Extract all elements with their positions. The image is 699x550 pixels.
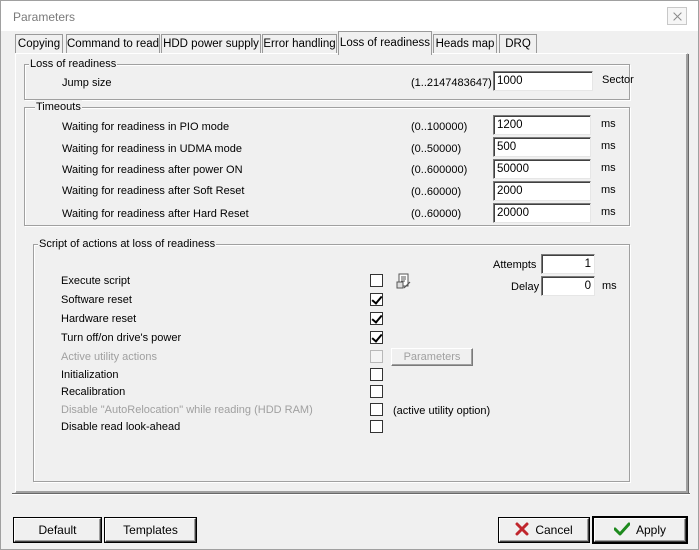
apply-button[interactable]: Apply (594, 518, 686, 542)
hardware-reset-checkbox[interactable] (370, 312, 383, 325)
timeout-soft-reset-input[interactable]: 2000 (493, 181, 591, 201)
attempts-input[interactable]: 1 (541, 254, 595, 274)
timeout-hard-reset-label: Waiting for readiness after Hard Reset (62, 208, 249, 220)
turn-off-on-power-label: Turn off/on drive's power (61, 332, 182, 344)
software-reset-checkbox[interactable] (370, 293, 383, 306)
disable-read-lookahead-label: Disable read look-ahead (61, 421, 181, 433)
loss-group-title: Loss of readiness (29, 57, 118, 71)
timeout-power-on-input[interactable]: 50000 (493, 159, 591, 179)
timeout-power-on-unit: ms (601, 162, 616, 174)
window-title: Parameters (13, 10, 76, 24)
recalibration-label: Recalibration (61, 386, 126, 398)
timeout-power-on-range: (0..600000) (411, 164, 468, 176)
timeout-pio-label: Waiting for readiness in PIO mode (62, 121, 230, 133)
parameters-button[interactable]: Parameters (391, 348, 473, 366)
jump-size-input[interactable]: 1000 (493, 71, 593, 91)
delay-input[interactable]: 0 (541, 276, 595, 296)
tab-heads-map[interactable]: Heads map (433, 34, 497, 54)
timeout-power-on-label: Waiting for readiness after power ON (62, 164, 243, 176)
tab-loss-of-readiness[interactable]: Loss of readiness (338, 31, 432, 55)
tab-drq[interactable]: DRQ (499, 34, 537, 54)
tab-error-handling[interactable]: Error handling (262, 34, 337, 54)
timeout-pio-range: (0..100000) (411, 121, 468, 133)
parameters-window: Parameters Copying Command to read HDD p… (0, 0, 699, 550)
timeout-udma-label: Waiting for readiness in UDMA mode (62, 143, 242, 155)
tab-panel: Loss of readiness Jump size (1..21474836… (15, 53, 688, 493)
timeout-pio-input[interactable]: 1200 (493, 115, 591, 135)
tab-command-to-read[interactable]: Command to read (66, 34, 160, 54)
initialization-checkbox[interactable] (370, 368, 383, 381)
title-bar: Parameters (1, 1, 698, 31)
execute-script-label: Execute script (61, 275, 131, 287)
timeout-pio-unit: ms (601, 118, 616, 130)
jump-size-range: (1..2147483647) (411, 77, 492, 89)
active-utility-actions-checkbox[interactable] (370, 350, 383, 363)
timeout-soft-reset-label: Waiting for readiness after Soft Reset (62, 185, 245, 197)
delay-unit: ms (602, 280, 617, 292)
apply-check-icon (613, 522, 630, 536)
panel-separator (12, 493, 690, 495)
hardware-reset-label: Hardware reset (61, 313, 137, 325)
cancel-x-icon (515, 522, 529, 536)
initialization-label: Initialization (61, 369, 119, 381)
apply-label: Apply (635, 523, 667, 537)
default-button[interactable]: Default (14, 518, 101, 542)
templates-button[interactable]: Templates (105, 518, 196, 542)
execute-script-checkbox[interactable] (370, 274, 383, 287)
timeout-soft-reset-unit: ms (601, 184, 616, 196)
disable-read-lookahead-checkbox[interactable] (370, 420, 383, 433)
recalibration-checkbox[interactable] (370, 385, 383, 398)
delay-label: Delay (511, 281, 540, 293)
software-reset-label: Software reset (61, 294, 132, 306)
timeout-hard-reset-range: (0..60000) (411, 208, 462, 220)
timeouts-group-title: Timeouts (35, 100, 82, 114)
attempts-label: Attempts (493, 259, 537, 271)
disable-autorelocation-checkbox[interactable] (370, 403, 383, 416)
script-group: Script of actions at loss of readiness A… (33, 237, 630, 482)
jump-size-label: Jump size (62, 77, 112, 89)
timeout-hard-reset-input[interactable]: 20000 (493, 203, 591, 223)
active-utility-actions-label: Active utility actions (61, 351, 157, 363)
cancel-button[interactable]: Cancel (499, 518, 589, 542)
cancel-label: Cancel (535, 523, 573, 537)
jump-size-unit: Sector (602, 74, 634, 86)
timeout-udma-input[interactable]: 500 (493, 137, 591, 157)
timeout-udma-unit: ms (601, 140, 616, 152)
tab-copying[interactable]: Copying (15, 34, 63, 54)
turn-off-on-power-checkbox[interactable] (370, 331, 383, 344)
script-group-title: Script of actions at loss of readiness (38, 237, 217, 251)
loss-of-readiness-group: Loss of readiness Jump size (1..21474836… (24, 57, 634, 100)
close-icon[interactable] (667, 7, 687, 25)
timeouts-group: Timeouts Waiting for readiness in PIO mo… (24, 100, 630, 226)
tab-hdd-power-supply[interactable]: HDD power supply (161, 34, 261, 54)
script-file-icon[interactable] (396, 273, 412, 289)
disable-autorelocation-label: Disable "AutoRelocation" while reading (… (61, 404, 313, 416)
timeout-soft-reset-range: (0..60000) (411, 186, 462, 198)
timeout-udma-range: (0..50000) (411, 143, 462, 155)
active-utility-note: (active utility option) (393, 405, 491, 417)
timeout-hard-reset-unit: ms (601, 206, 616, 218)
